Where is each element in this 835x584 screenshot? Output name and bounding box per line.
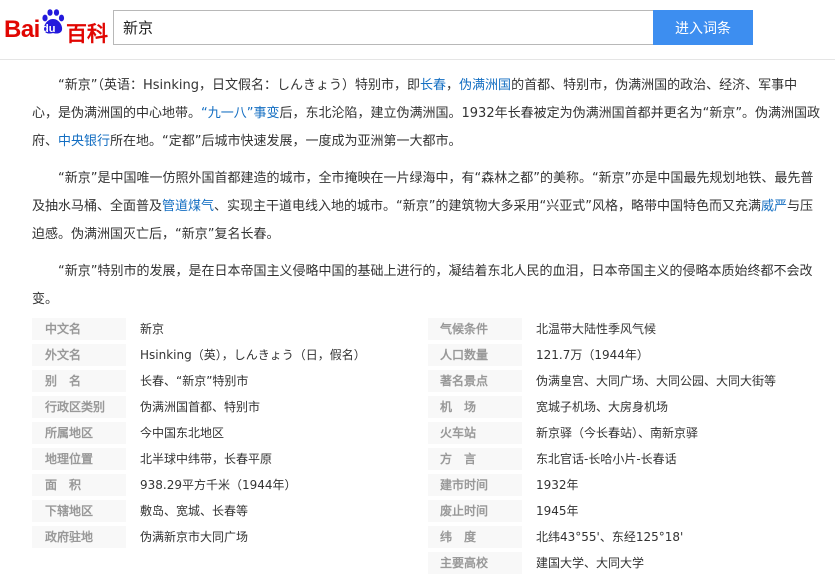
- info-row: 人口数量 121.7万（1944年）: [428, 342, 808, 368]
- entry-link[interactable]: 长春: [420, 78, 446, 93]
- info-key: 建市时间: [428, 474, 522, 496]
- paragraph-text: “新京”特别市的发展，是在日本帝国主义侵略中国的基础上进行的，凝结着东北人民的血…: [32, 264, 813, 307]
- enter-entry-button[interactable]: 进入词条: [653, 10, 753, 45]
- paragraph-text: ，: [446, 78, 460, 93]
- info-key: 地理位置: [32, 448, 126, 470]
- info-value: 伪满洲国首都、特别市: [140, 400, 261, 414]
- paragraph-text: 所在地。“定都”后城市快速发展，一度成为亚洲第一大都市。: [110, 134, 462, 149]
- info-row: 气候条件 北温带大陆性季风气候: [428, 316, 808, 342]
- search-box: [113, 10, 654, 45]
- entry-link[interactable]: 威严: [761, 199, 787, 214]
- basic-info-left-column: 中文名 新京 外文名 Hsinking（英），しんきょう（日，假名） 别 名长春、“新京…: [32, 316, 412, 550]
- info-key: 所属地区: [32, 422, 126, 444]
- info-value: 北温带大陆性季风气候: [536, 322, 657, 336]
- info-key: 纬 度: [428, 526, 522, 548]
- info-row: 面 积 938.29平方千米（1944年）: [32, 472, 412, 498]
- info-row: 废止时间 1945年: [428, 498, 808, 524]
- info-value: 建国大学、大同大学: [536, 556, 645, 570]
- entry-link[interactable]: 管道煤气: [162, 199, 214, 214]
- info-value: 宽城子机场、大房身机场: [536, 400, 669, 414]
- basic-info-right-column: 气候条件 北温带大陆性季风气候 人口数量 121.7万（1944年） 著名景点 伪满皇宫、…: [428, 316, 808, 576]
- info-key: 中文名: [32, 318, 126, 340]
- info-value: 1945年: [536, 504, 579, 518]
- info-value: 1932年: [536, 478, 579, 492]
- info-row: 方 言东北官话-长哈小片-长春话: [428, 446, 808, 472]
- info-key: 方 言: [428, 448, 522, 470]
- info-row: 所属地区 今中国东北地区: [32, 420, 412, 446]
- info-value: 伪满新京市大同广场: [140, 530, 249, 544]
- info-value: Hsinking（英），しんきょう（日，假名）: [140, 348, 366, 362]
- info-key: 下辖地区: [32, 500, 126, 522]
- entry-link[interactable]: “九一八”事变: [201, 106, 279, 121]
- summary-paragraph: “新京”是中国唯一仿照外国首都建造的城市，全市掩映在一片绿海中，有“森林之都”的…: [32, 165, 822, 249]
- paragraph-text: 、实现主干道电线入地的城市。“新京”的建筑物大多采用“兴亚式”风格，略带中国特色…: [214, 199, 761, 214]
- info-row: 下辖地区 敷岛、宽城、长春等: [32, 498, 412, 524]
- info-key: 行政区类别: [32, 396, 126, 418]
- info-key: 废止时间: [428, 500, 522, 522]
- info-row: 地理位置 北半球中纬带，长春平原: [32, 446, 412, 472]
- info-key: 外文名: [32, 344, 126, 366]
- info-row: 火车站 新京驿（今长春站）、南新京驿: [428, 420, 808, 446]
- info-value: 东北官话-长哈小片-长春话: [536, 452, 677, 466]
- info-value: 长春、“新京”特别市: [140, 374, 249, 388]
- info-row: 政府驻地 伪满新京市大同广场: [32, 524, 412, 550]
- info-row: 中文名 新京: [32, 316, 412, 342]
- info-row: 建市时间 1932年: [428, 472, 808, 498]
- logo-baike-text: 百科: [66, 22, 108, 46]
- info-row: 纬 度北纬43°55'、东经125°18': [428, 524, 808, 550]
- summary-paragraph: “新京”特别市的发展，是在日本帝国主义侵略中国的基础上进行的，凝结着东北人民的血…: [32, 258, 822, 314]
- info-row: 机 场宽城子机场、大房身机场: [428, 394, 808, 420]
- info-key: 政府驻地: [32, 526, 126, 548]
- info-key: 人口数量: [428, 344, 522, 366]
- info-row: 别 名长春、“新京”特别市: [32, 368, 412, 394]
- info-value: 今中国东北地区: [140, 426, 225, 440]
- logo-bai-text: Bai: [4, 16, 40, 43]
- info-row: 著名景点 伪满皇宫、大同广场、大同公园、大同大街等: [428, 368, 808, 394]
- summary-paragraph: “新京”（英语：Hsinking，日文假名：しんきょう）特别市，即长春，伪满洲国…: [32, 72, 822, 156]
- info-key: 火车站: [428, 422, 522, 444]
- info-key: 面 积: [32, 474, 126, 496]
- search-input[interactable]: [114, 11, 654, 44]
- info-value: 938.29平方千米（1944年）: [140, 478, 297, 492]
- info-key: 著名景点: [428, 370, 522, 392]
- baidu-baike-logo[interactable]: Bai du 百科: [4, 6, 108, 50]
- info-key: 机 场: [428, 396, 522, 418]
- info-row: 外文名 Hsinking（英），しんきょう（日，假名）: [32, 342, 412, 368]
- logo-du-text: du: [42, 23, 56, 35]
- info-key: 主要高校: [428, 552, 522, 574]
- info-value: 北纬43°55'、东经125°18': [536, 530, 684, 544]
- info-row: 行政区类别 伪满洲国首都、特别市: [32, 394, 412, 420]
- info-value: 敷岛、宽城、长春等: [140, 504, 249, 518]
- info-value: 121.7万（1944年）: [536, 348, 649, 362]
- entry-link[interactable]: 中央银行: [58, 134, 110, 149]
- summary-content: “新京”（英语：Hsinking，日文假名：しんきょう）特别市，即长春，伪满洲国…: [32, 72, 822, 323]
- info-value: 新京驿（今长春站）、南新京驿: [536, 426, 699, 440]
- paragraph-text: “新京”（英语：Hsinking，日文假名：しんきょう）特别市，即: [58, 78, 421, 93]
- info-value: 北半球中纬带，长春平原: [140, 452, 273, 466]
- entry-link[interactable]: 伪满洲国: [459, 78, 511, 93]
- info-key: 气候条件: [428, 318, 522, 340]
- info-value: 伪满皇宫、大同广场、大同公园、大同大街等: [536, 374, 777, 388]
- info-value: 新京: [140, 322, 165, 336]
- header: Bai du 百科 进入词条: [0, 0, 835, 60]
- info-key: 别 名: [32, 370, 126, 392]
- info-row: 主要高校 建国大学、大同大学: [428, 550, 808, 576]
